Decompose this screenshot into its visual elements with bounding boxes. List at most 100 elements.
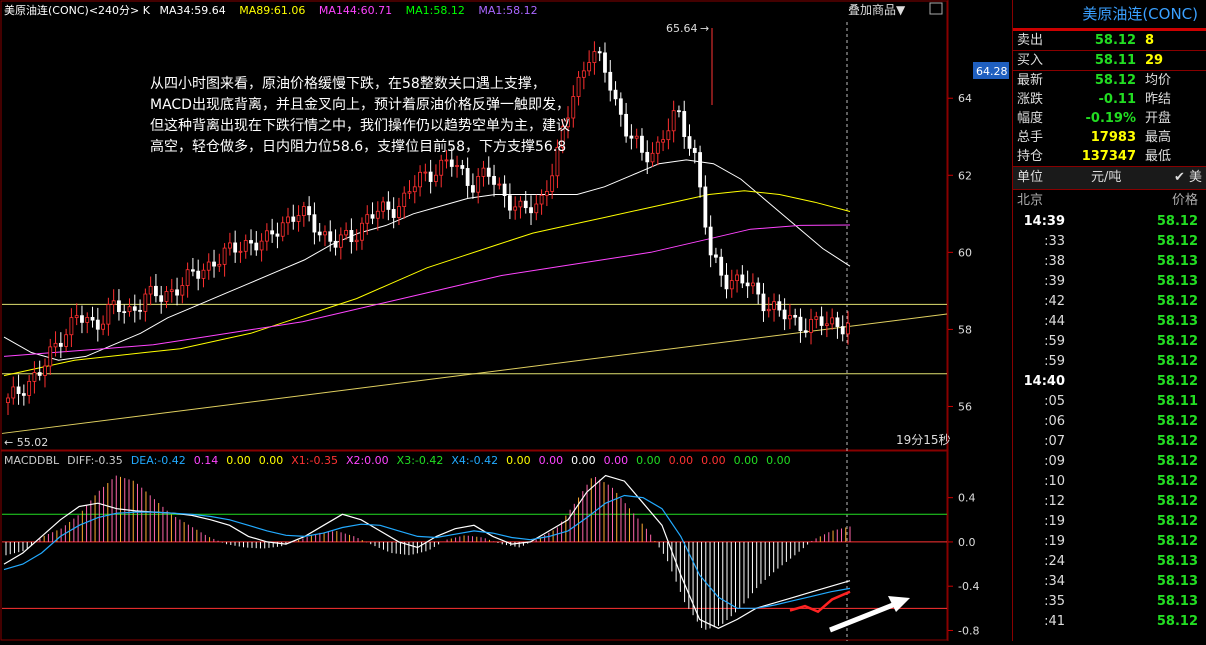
candle-body	[360, 222, 364, 241]
ma1-value-b: MA1:58.12	[478, 4, 537, 17]
tick-list[interactable]: 14:39 58.12:33 58.12:38 58.13:39 58.13:42 58.…	[1013, 212, 1206, 632]
candle-body	[840, 326, 845, 335]
tick-price: 58.12	[1156, 214, 1198, 229]
tick-time: :05	[1044, 394, 1065, 409]
candle-body	[608, 71, 613, 91]
candle-body	[37, 372, 42, 376]
candle-body	[296, 215, 301, 222]
candle-body	[159, 295, 164, 302]
oi-label: 持仓	[1017, 149, 1044, 164]
candle-body	[233, 242, 238, 253]
maximize-icon[interactable]	[929, 2, 943, 15]
tick-price: 58.12	[1156, 414, 1198, 429]
candle-body	[434, 174, 438, 182]
candle-body	[127, 306, 132, 313]
change-label: 涨跌	[1017, 92, 1044, 107]
candle-body	[349, 230, 354, 243]
avg-label: 均价	[1145, 73, 1172, 88]
candle-body	[449, 159, 454, 167]
ma34-value: MA34:59.64	[159, 4, 225, 17]
tick-price: 58.13	[1156, 254, 1198, 269]
tick-price: 58.12	[1156, 494, 1198, 509]
candle-body	[212, 261, 216, 267]
candle-body	[122, 311, 127, 314]
candle-body	[550, 175, 555, 192]
axis-layer: 64 62 60 58 56	[948, 92, 972, 413]
tick-time: :33	[1044, 234, 1065, 249]
ask-size: 8	[1145, 33, 1155, 48]
candle-body	[444, 159, 449, 162]
tick-price: 58.12	[1156, 294, 1198, 309]
candle-body	[243, 240, 248, 252]
ma1-value-a: MA1:58.12	[406, 4, 465, 17]
candle-body	[587, 62, 592, 72]
pct-value: -0.19%	[1085, 111, 1137, 126]
change-row: 涨跌 -0.11 昨结	[1013, 90, 1206, 109]
candle-body	[677, 110, 681, 113]
candle-body	[687, 136, 692, 149]
candle-body	[164, 291, 169, 302]
oi-value: 137347	[1081, 149, 1136, 164]
candle-body	[43, 365, 47, 376]
chart-area[interactable]: 0.4 0.0 -0.4 -0.8 64 62 60 58 56 65.64 → ← 55.0…	[0, 0, 1012, 641]
tick-row: :06 58.12	[1013, 412, 1206, 432]
tick-price: 58.12	[1156, 374, 1198, 389]
pct-label: 幅度	[1017, 111, 1044, 126]
latest-row: 最新 58.12 均价	[1013, 70, 1206, 90]
tick-time: :06	[1044, 414, 1065, 429]
candle-body	[476, 175, 481, 193]
tick-price: 58.12	[1156, 474, 1198, 489]
candle-body	[227, 242, 232, 249]
candle-body	[365, 214, 370, 224]
candle-body	[534, 203, 539, 214]
add-product-button[interactable]: 叠加商品▼	[848, 2, 906, 17]
unit-row[interactable]: 单位 元/吨 ✔ 美	[1013, 166, 1206, 190]
candle-body	[603, 52, 607, 73]
candle-body	[307, 206, 312, 216]
candle-body	[53, 342, 58, 348]
tick-row: :39 58.13	[1013, 272, 1206, 292]
macd-panel-border	[0, 450, 948, 641]
candle-body	[819, 316, 824, 326]
prev-settle-label: 昨结	[1145, 92, 1172, 107]
candle-body	[428, 171, 433, 182]
candle-body	[69, 317, 74, 336]
candle-body	[138, 309, 142, 312]
candle-body	[809, 318, 813, 333]
candle-body	[682, 111, 687, 137]
tick-row: :07 58.12	[1013, 432, 1206, 452]
unit-currency-check[interactable]: ✔ 美	[1174, 167, 1202, 189]
volume-value: 17983	[1090, 130, 1136, 145]
price-axis-label: 62	[958, 169, 972, 182]
tick-time: :44	[1044, 314, 1065, 329]
candle-body	[397, 206, 401, 218]
candle-body	[111, 300, 116, 305]
analysis-annotation: 从四小时图来看，原油价格缓慢下跌，在58整数关口遇上支撑， MACD出现底背离，并…	[150, 75, 570, 155]
candle-body	[301, 206, 306, 216]
tick-time: :09	[1044, 454, 1065, 469]
candle-body	[629, 135, 634, 139]
candle-body	[16, 386, 21, 394]
candle-body	[613, 89, 618, 100]
candle-body	[692, 147, 697, 153]
candle-body	[375, 210, 380, 219]
tick-time: :59	[1044, 334, 1065, 349]
tick-row: :05 58.11	[1013, 392, 1206, 412]
candle-body	[169, 289, 174, 292]
candle-body	[106, 304, 111, 325]
candle-body	[465, 168, 470, 186]
high-arrow: →	[700, 22, 709, 35]
candle-body	[581, 70, 586, 78]
candle-body	[85, 317, 90, 323]
tick-price: 58.11	[1156, 394, 1198, 409]
tick-time: :19	[1044, 514, 1065, 529]
tick-price: 58.13	[1156, 274, 1198, 289]
tick-row: :44 58.13	[1013, 312, 1206, 332]
candle-body	[317, 231, 322, 236]
price-chart-svg[interactable]: 0.4 0.0 -0.4 -0.8 64 62 60 58 56 65.64 → ← 55.0…	[0, 0, 1012, 641]
macd-header-item: X3:-0.42	[397, 454, 444, 467]
candle-body	[814, 316, 819, 320]
macd-header-item: X2:0.00	[346, 454, 389, 467]
tick-price: 58.12	[1156, 534, 1198, 549]
countdown-label: 19分15秒	[896, 433, 951, 447]
